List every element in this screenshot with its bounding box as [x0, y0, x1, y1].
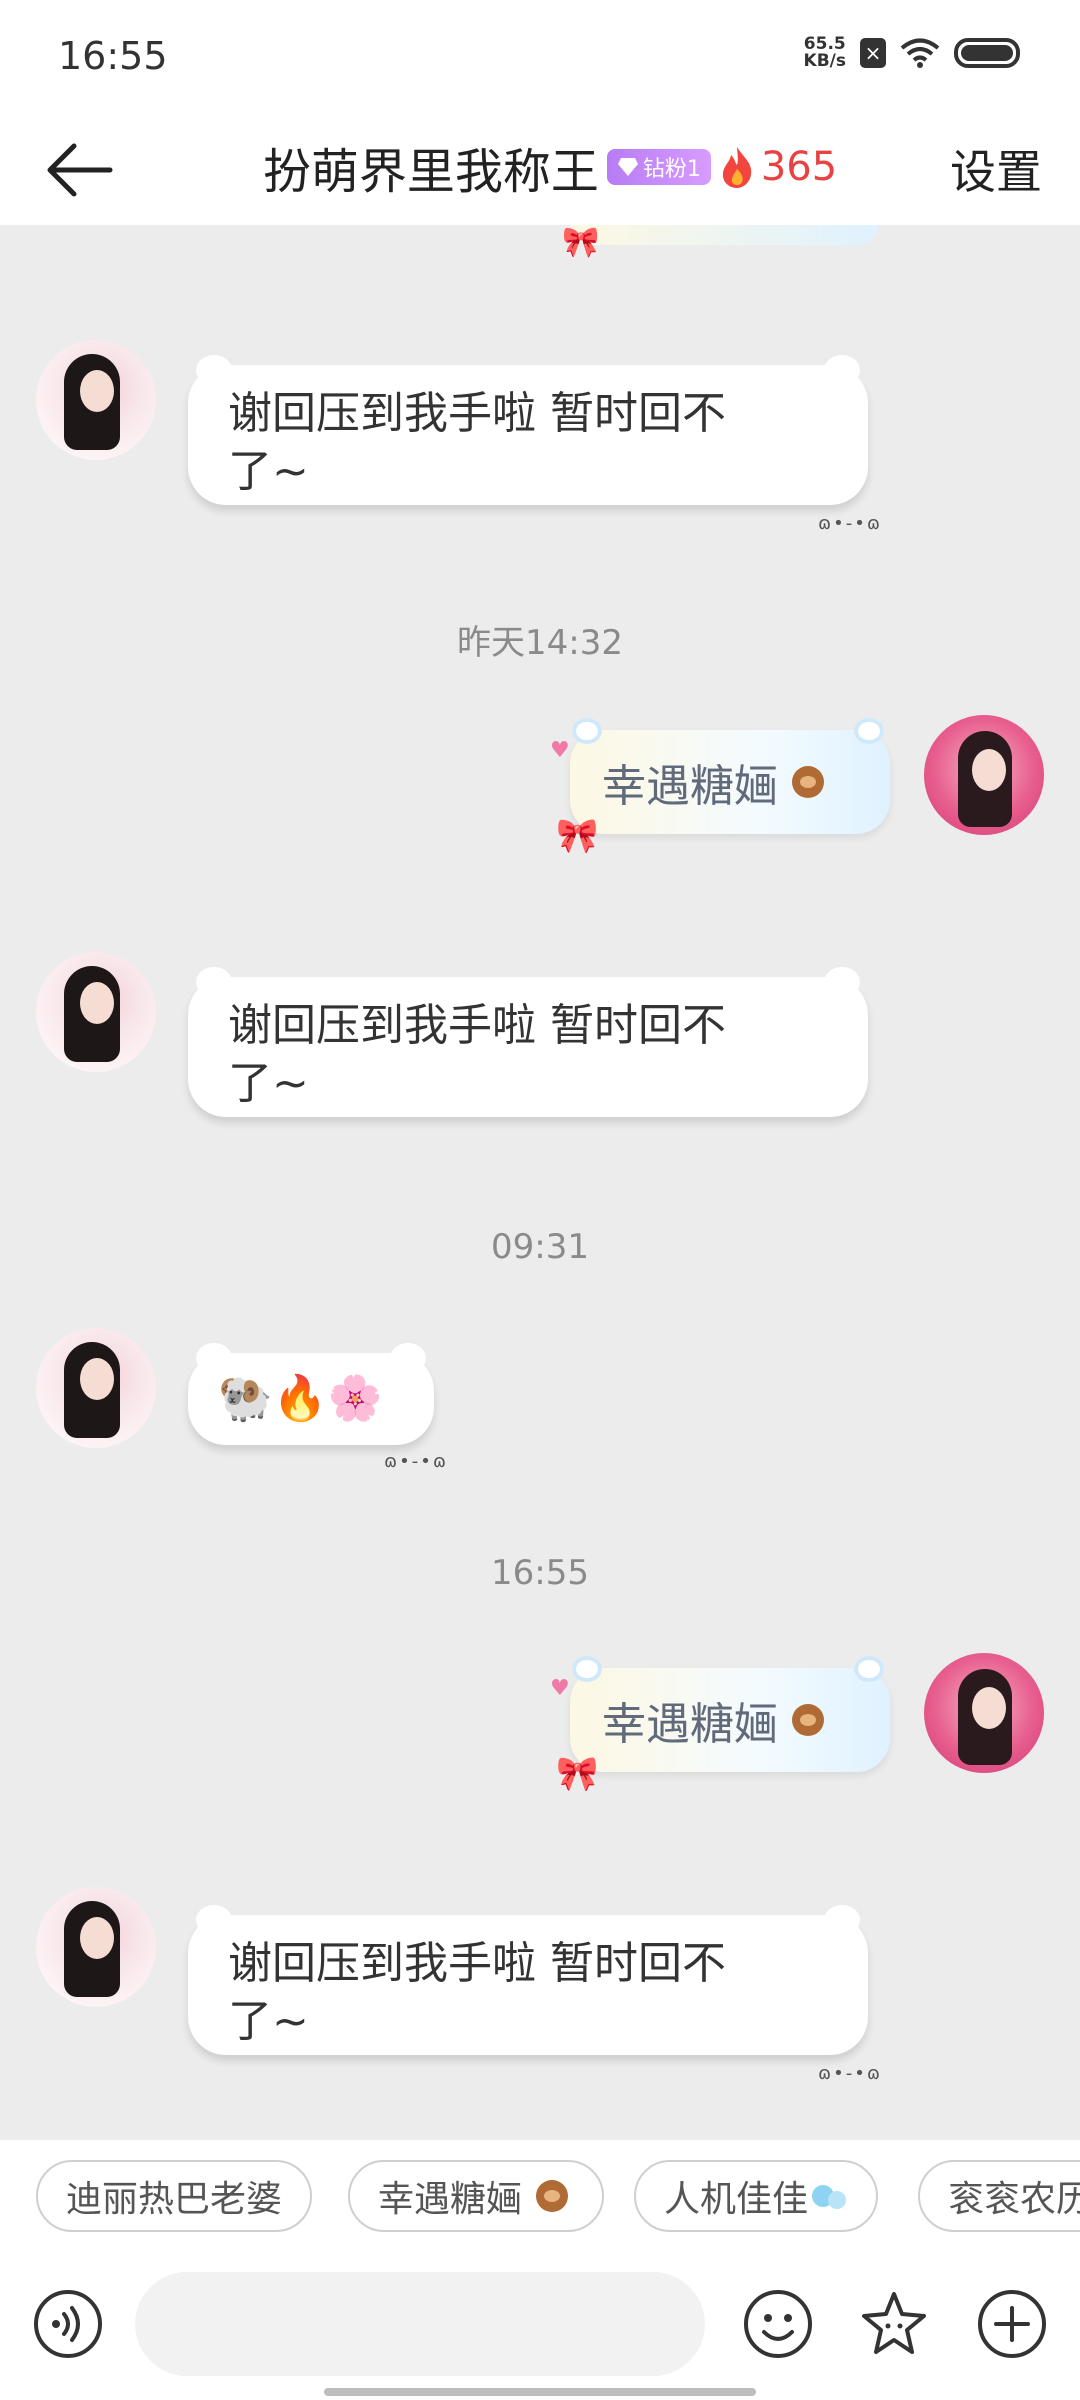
teddy-bear-icon	[786, 760, 830, 804]
bubble-decoration: ɷ•-•ɷ	[818, 2063, 882, 2084]
diamond-icon	[617, 158, 638, 176]
chip-label: 迪丽热巴老婆	[66, 2179, 283, 2220]
bubble-decoration: ɷ•-•ɷ	[818, 513, 882, 534]
message-text-line: 了~	[228, 446, 309, 497]
message-timestamp: 昨天14:32	[457, 623, 623, 663]
message-text-line: 谢回压到我手啦 暂时回不	[228, 388, 726, 439]
chip-label: 幸遇糖婳	[378, 2179, 523, 2220]
plus-icon[interactable]	[976, 2288, 1048, 2360]
quick-reply-chip[interactable]: 迪丽热巴老婆	[36, 2160, 313, 2232]
no-sim-icon: ×	[860, 38, 886, 68]
message-text: 幸遇糖婳	[602, 1699, 778, 1750]
quick-reply-chip[interactable]: 幸遇糖婳	[348, 2160, 605, 2232]
received-message-bubble[interactable]: 谢回压到我手啦 暂时回不 了~	[188, 355, 868, 505]
message-text: 幸遇糖婳	[602, 761, 778, 812]
home-indicator[interactable]	[324, 2388, 756, 2396]
sent-message-bubble[interactable]: ♥ 幸遇糖婳 🎀	[550, 718, 890, 856]
network-speed-unit: KB/s	[803, 51, 846, 71]
bubbles-icon	[812, 2181, 848, 2211]
chat-title: 扮萌界里我称王	[262, 144, 599, 200]
heart-icon: ♥	[550, 738, 570, 763]
chat-header: 扮萌界里我称王 钻粉1 365 设置	[0, 110, 1080, 225]
message-text-line: 谢回压到我手啦 暂时回不	[228, 1000, 726, 1051]
my-avatar[interactable]	[924, 715, 1044, 835]
partial-message-bubble	[570, 225, 880, 245]
emoji-message-text: 🐏🔥🌸	[218, 1373, 383, 1424]
spark-streak: 365	[719, 144, 837, 190]
message-text-line: 了~	[228, 1058, 309, 1109]
received-message-bubble[interactable]: 谢回压到我手啦 暂时回不 了~	[188, 967, 868, 1117]
bow-icon: 🎀	[556, 816, 599, 856]
message-timestamp: 09:31	[491, 1227, 589, 1267]
message-input-bar	[0, 2258, 1080, 2400]
sent-message-bubble[interactable]: ♥ 幸遇糖婳 🎀	[550, 1656, 890, 1794]
chat-title-group: 扮萌界里我称王 钻粉1 365	[0, 132, 1080, 202]
quick-reply-chip[interactable]: 衮衮农历	[918, 2160, 1080, 2232]
my-avatar[interactable]	[924, 1653, 1044, 1773]
chip-label: 人机佳佳	[664, 2179, 809, 2220]
contact-avatar[interactable]	[36, 1328, 156, 1448]
flame-icon	[722, 147, 752, 188]
chat-message-list[interactable]: 🎀 谢回压到我手啦 暂时回不 了~ ɷ•-•ɷ 昨天14:32 ♥ 幸遇糖婳 🎀…	[0, 225, 1080, 2140]
fan-level-badge: 钻粉1	[606, 149, 711, 185]
teddy-bear-icon	[786, 1698, 830, 1742]
message-timestamp: 16:55	[491, 1553, 589, 1593]
chip-label: 衮衮农历	[948, 2179, 1080, 2220]
quick-reply-chip[interactable]: 人机佳佳	[634, 2160, 879, 2232]
message-input[interactable]	[135, 2272, 705, 2376]
bubble-decoration: ɷ•-•ɷ	[384, 1451, 448, 1472]
voice-icon[interactable]	[32, 2288, 104, 2360]
contact-avatar[interactable]	[36, 340, 156, 460]
message-text-line: 了~	[228, 1996, 309, 2047]
star-sticker-icon[interactable]	[858, 2288, 930, 2360]
bow-icon: 🎀	[556, 1754, 599, 1794]
smiley-icon[interactable]	[742, 2288, 814, 2360]
received-message-bubble[interactable]: 🐏🔥🌸	[188, 1343, 434, 1445]
battery-icon	[954, 38, 1020, 68]
settings-button[interactable]: 设置	[950, 136, 1042, 202]
fan-badge-label: 钻粉1	[642, 157, 701, 182]
spark-count: 365	[760, 144, 838, 190]
wifi-icon	[900, 38, 940, 68]
contact-avatar[interactable]	[36, 1887, 156, 2007]
status-icons: 65.5 KB/s ×	[804, 36, 1020, 70]
network-speed: 65.5 KB/s	[804, 36, 846, 70]
quick-reply-bar[interactable]: 迪丽热巴老婆 幸遇糖婳 人机佳佳 衮衮农历	[0, 2140, 1080, 2258]
heart-icon: ♥	[550, 1676, 570, 1701]
status-time: 16:55	[58, 34, 168, 78]
teddy-bear-icon	[530, 2174, 574, 2218]
contact-avatar[interactable]	[36, 952, 156, 1072]
status-bar: 16:55 65.5 KB/s ×	[0, 0, 1080, 110]
message-text-line: 谢回压到我手啦 暂时回不	[228, 1938, 726, 1989]
received-message-bubble[interactable]: 谢回压到我手啦 暂时回不 了~	[188, 1905, 868, 2055]
bow-icon: 🎀	[562, 225, 600, 260]
